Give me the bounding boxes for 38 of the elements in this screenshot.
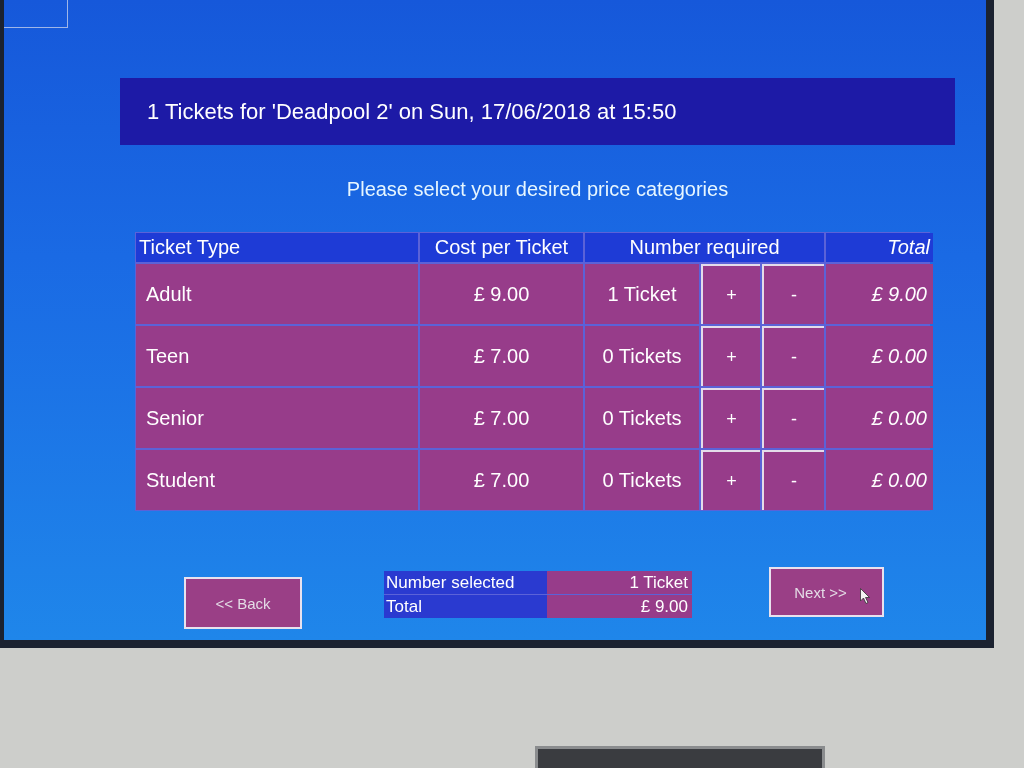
table-cell: Senior xyxy=(136,388,418,448)
table-cell: Student xyxy=(136,450,418,510)
minus-button[interactable]: - xyxy=(762,326,824,386)
plus-button[interactable]: + xyxy=(701,388,760,448)
plus-button[interactable]: + xyxy=(701,264,760,324)
plus-button[interactable]: + xyxy=(701,326,760,386)
summary-value: £ 9.00 xyxy=(547,595,692,618)
table-cell: 0 Tickets xyxy=(585,326,699,386)
table-cell: Teen xyxy=(136,326,418,386)
summary-value: 1 Ticket xyxy=(547,571,692,594)
table-cell: £ 7.00 xyxy=(420,326,583,386)
mouse-pointer-icon xyxy=(860,588,870,604)
summary-label: Total xyxy=(384,595,547,618)
cropped-button[interactable] xyxy=(4,0,68,28)
column-header: Number required xyxy=(585,233,824,262)
table-cell: 0 Tickets xyxy=(585,450,699,510)
table-cell: £ 0.00 xyxy=(826,450,933,510)
minus-button[interactable]: - xyxy=(762,388,824,448)
column-header: Ticket Type xyxy=(136,233,418,262)
back-button[interactable]: << Back xyxy=(184,577,302,629)
table-cell: £ 7.00 xyxy=(420,450,583,510)
column-header: Total xyxy=(826,233,933,262)
table-cell: £ 0.00 xyxy=(826,388,933,448)
summary-label: Number selected xyxy=(384,571,547,594)
table-cell: 1 Ticket xyxy=(585,264,699,324)
table-cell: Adult xyxy=(136,264,418,324)
table-cell: £ 0.00 xyxy=(826,326,933,386)
minus-button[interactable]: - xyxy=(762,264,824,324)
plus-button[interactable]: + xyxy=(701,450,760,510)
table-cell: £ 7.00 xyxy=(420,388,583,448)
table-cell: 0 Tickets xyxy=(585,388,699,448)
minus-button[interactable]: - xyxy=(762,450,824,510)
table-cell: £ 9.00 xyxy=(420,264,583,324)
instruction-text: Please select your desired price categories xyxy=(346,177,729,201)
next-button[interactable]: Next >> xyxy=(769,567,884,617)
title-banner: 1 Tickets for 'Deadpool 2' on Sun, 17/06/2018 at 15:50 xyxy=(120,78,955,145)
table-cell: £ 9.00 xyxy=(826,264,933,324)
column-header: Cost per Ticket xyxy=(420,233,583,262)
